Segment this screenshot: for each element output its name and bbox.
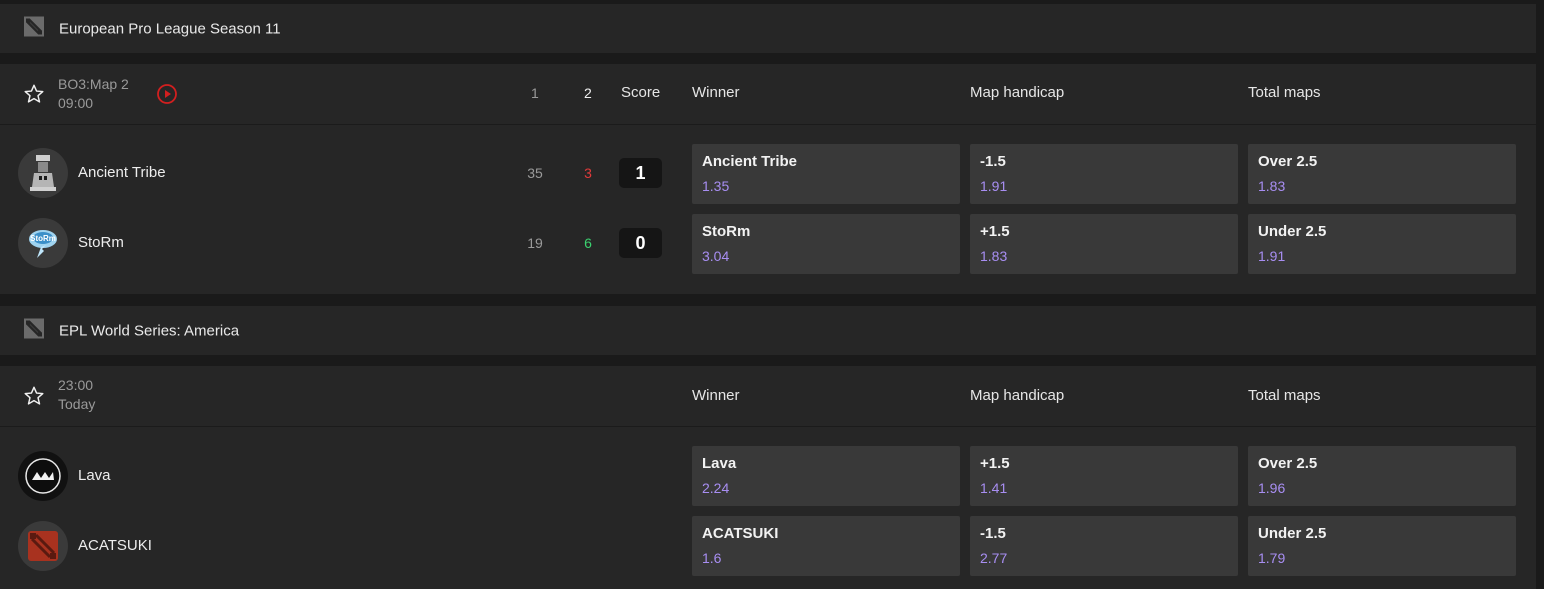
odds-value: 1.83 (980, 248, 1008, 264)
column-map-handicap: Map handicap (970, 387, 1065, 404)
dota-icon (24, 318, 44, 343)
odds-winner-team1[interactable]: Ancient Tribe 1.35 (692, 144, 960, 204)
odds-label: +1.5 (980, 223, 1010, 240)
match-card-2: 23:00 Today Winner Map handicap Total ma… (0, 366, 1536, 589)
odds-handicap-team1[interactable]: -1.5 1.91 (970, 144, 1238, 204)
odds-total-over[interactable]: Over 2.5 1.96 (1248, 446, 1516, 506)
odds-total-over[interactable]: Over 2.5 1.83 (1248, 144, 1516, 204)
odds-label: StoRm (702, 223, 751, 240)
team-logo (18, 148, 68, 198)
team-name[interactable]: Lava (78, 467, 111, 484)
score-box: 1 (619, 158, 662, 188)
odds-value: 3.04 (702, 248, 730, 264)
odds-label: ACATSUKI (702, 525, 779, 542)
odds-value: 1.35 (702, 178, 730, 194)
odds-value: 1.79 (1258, 550, 1286, 566)
column-winner: Winner (692, 84, 740, 101)
league-header-1[interactable]: European Pro League Season 11 (0, 4, 1536, 53)
odds-winner-team2[interactable]: ACATSUKI 1.6 (692, 516, 960, 576)
team-logo: StoRm (18, 218, 68, 268)
odds-handicap-team2[interactable]: +1.5 1.83 (970, 214, 1238, 274)
odds-value: 1.6 (702, 550, 722, 566)
odds-value: 1.91 (1258, 248, 1286, 264)
match-day: Today (58, 396, 96, 412)
odds-winner-team2[interactable]: StoRm 3.04 (692, 214, 960, 274)
odds-total-under[interactable]: Under 2.5 1.79 (1248, 516, 1516, 576)
odds-value: 1.96 (1258, 480, 1286, 496)
odds-label: Ancient Tribe (702, 153, 798, 170)
team-stat-2: 3 (584, 165, 592, 181)
team-name[interactable]: ACATSUKI (78, 537, 152, 554)
odds-label: Over 2.5 (1258, 455, 1318, 472)
match-format: BO3:Map 2 (58, 76, 129, 92)
header-map2: 2 (584, 85, 592, 101)
team-stat-1: 35 (527, 165, 543, 181)
league-header-2[interactable]: EPL World Series: America (0, 306, 1536, 355)
league-name: European Pro League Season 11 (59, 20, 281, 37)
svg-text:StoRm: StoRm (30, 234, 56, 243)
team-name[interactable]: StoRm (78, 234, 124, 251)
team-stat-1: 19 (527, 235, 543, 251)
match-header: 23:00 Today Winner Map handicap Total ma… (0, 366, 1536, 427)
column-total-maps: Total maps (1248, 387, 1321, 404)
odds-value: 1.91 (980, 178, 1008, 194)
team-logo (18, 521, 68, 571)
dota-icon (24, 16, 44, 41)
match-header: BO3:Map 2 09:00 1 2 Score Winner Map han… (0, 64, 1536, 125)
column-winner: Winner (692, 387, 740, 404)
live-play-icon[interactable] (156, 83, 178, 105)
odds-label: Over 2.5 (1258, 153, 1318, 170)
odds-label: -1.5 (980, 153, 1006, 170)
match-card-1: BO3:Map 2 09:00 1 2 Score Winner Map han… (0, 64, 1536, 294)
odds-label: Under 2.5 (1258, 525, 1327, 542)
match-time: 23:00 (58, 377, 94, 393)
team-name[interactable]: Ancient Tribe (78, 164, 166, 181)
header-score: Score (621, 84, 661, 101)
odds-label: Lava (702, 455, 737, 472)
odds-handicap-team1[interactable]: +1.5 1.41 (970, 446, 1238, 506)
odds-value: 1.41 (980, 480, 1008, 496)
odds-total-under[interactable]: Under 2.5 1.91 (1248, 214, 1516, 274)
header-map1: 1 (531, 85, 539, 101)
team-stat-2: 6 (584, 235, 592, 251)
odds-label: -1.5 (980, 525, 1006, 542)
odds-label: Under 2.5 (1258, 223, 1327, 240)
odds-value: 1.83 (1258, 178, 1286, 194)
team-logo (18, 451, 68, 501)
odds-winner-team1[interactable]: Lava 2.24 (692, 446, 960, 506)
star-icon[interactable] (23, 385, 45, 407)
odds-handicap-team2[interactable]: -1.5 2.77 (970, 516, 1238, 576)
score-box: 0 (619, 228, 662, 258)
match-time: 09:00 (58, 95, 94, 111)
star-icon[interactable] (23, 83, 45, 105)
league-name: EPL World Series: America (59, 322, 240, 339)
column-map-handicap: Map handicap (970, 84, 1065, 101)
odds-label: +1.5 (980, 455, 1010, 472)
odds-value: 2.24 (702, 480, 730, 496)
odds-value: 2.77 (980, 550, 1008, 566)
column-total-maps: Total maps (1248, 84, 1321, 101)
